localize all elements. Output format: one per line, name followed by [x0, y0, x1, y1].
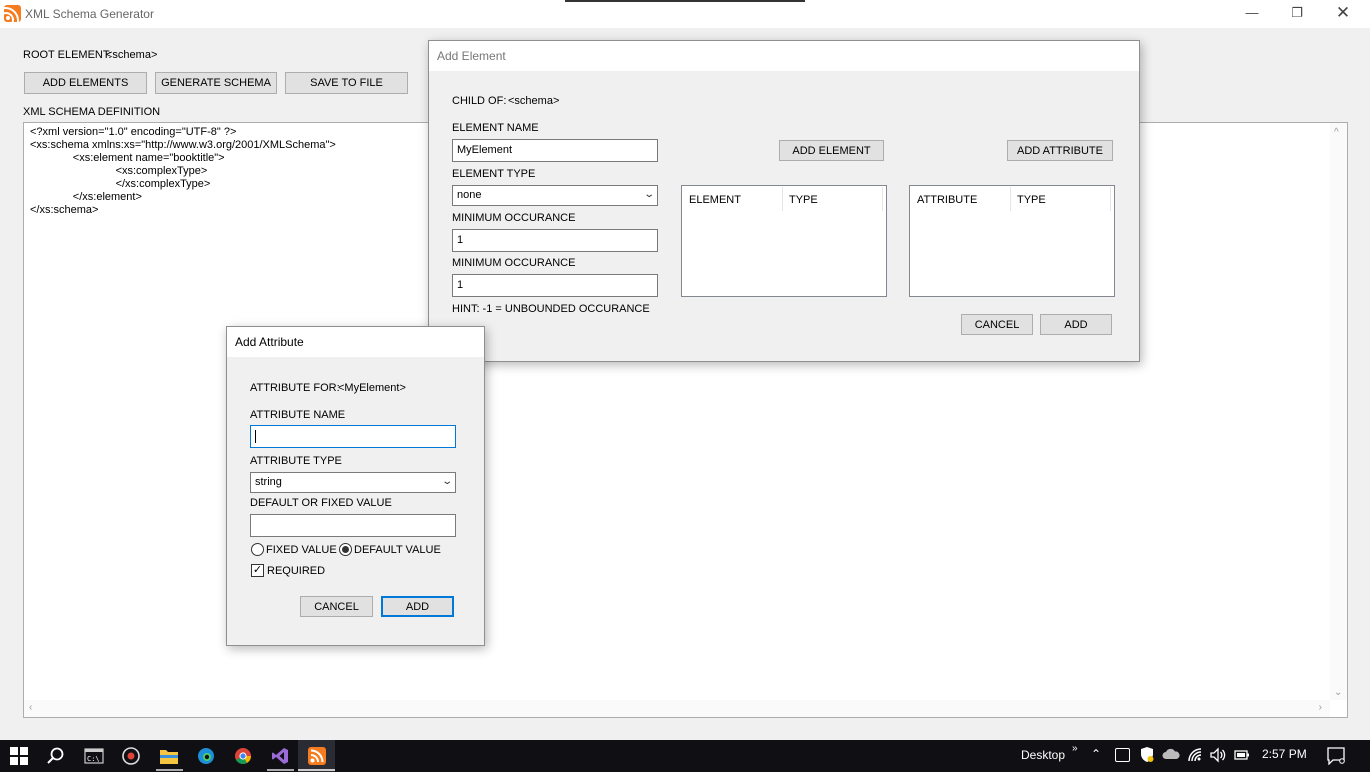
visual-studio-icon[interactable]	[268, 745, 292, 767]
min-occurance-label: MINIMUM OCCURANCE	[452, 212, 576, 224]
default-value-label: DEFAULT VALUE	[354, 544, 441, 556]
attribute-list[interactable]: ATTRIBUTE TYPE	[909, 185, 1115, 297]
add-element-button[interactable]: ADD ELEMENT	[779, 140, 884, 161]
title-bar: XML Schema Generator — ❐ ✕	[0, 0, 1370, 28]
battery-icon[interactable]	[1234, 749, 1250, 764]
chevron-down-icon: ⌄	[440, 476, 453, 487]
add-attribute-dialog: Add Attribute ATTRIBUTE FOR: <MyElement>…	[226, 326, 485, 646]
generate-schema-button[interactable]: GENERATE SCHEMA	[155, 72, 277, 94]
element-name-label: ELEMENT NAME	[452, 122, 539, 134]
default-value-radio[interactable]	[339, 543, 352, 556]
attribute-name-input[interactable]	[250, 425, 456, 448]
attribute-type-label: ATTRIBUTE TYPE	[250, 455, 342, 467]
max-occurance-input[interactable]: 1	[452, 274, 658, 297]
security-center-icon[interactable]	[1115, 748, 1130, 762]
add-button[interactable]: ADD	[1040, 314, 1112, 335]
minimize-button[interactable]: —	[1240, 4, 1264, 22]
add-element-dialog: Add Element CHILD OF: <schema> ELEMENT N…	[428, 40, 1140, 362]
occurance-hint: HINT: -1 = UNBOUNDED OCCURANCE	[452, 303, 650, 315]
type-column-header[interactable]: TYPE	[783, 187, 883, 211]
add-attribute-button[interactable]: ADD ATTRIBUTE	[1007, 140, 1113, 161]
dialog-title-bar: Add Element	[429, 41, 1139, 71]
scroll-left-icon[interactable]: ‹	[29, 702, 32, 713]
element-type-value: none	[457, 189, 482, 201]
attribute-for-label: ATTRIBUTE FOR:	[250, 382, 340, 394]
element-type-select[interactable]: none ⌄	[452, 185, 658, 206]
fixed-value-label: FIXED VALUE	[266, 544, 337, 556]
cancel-button[interactable]: CANCEL	[300, 596, 373, 617]
fixed-value-radio[interactable]	[251, 543, 264, 556]
attribute-type-select[interactable]: string ⌄	[250, 472, 456, 493]
desktop-toolbar-label[interactable]: Desktop	[1021, 748, 1065, 762]
default-fixed-value-label: DEFAULT OR FIXED VALUE	[250, 497, 392, 509]
attribute-type-value: string	[255, 476, 282, 488]
window-title: XML Schema Generator	[25, 7, 154, 21]
element-list[interactable]: ELEMENT TYPE	[681, 185, 887, 297]
show-hidden-icons-icon[interactable]: ⌃	[1091, 747, 1101, 761]
restore-button[interactable]: ❐	[1285, 4, 1309, 22]
dialog-title-bar: Add Attribute	[227, 327, 484, 357]
type-column-header[interactable]: TYPE	[1011, 187, 1111, 211]
attribute-column-header[interactable]: ATTRIBUTE	[911, 187, 1011, 211]
min-occurance-input[interactable]: 1	[452, 229, 658, 252]
scroll-down-icon[interactable]: ⌄	[1334, 687, 1342, 698]
media-player-icon[interactable]	[119, 745, 143, 767]
windows-start-icon[interactable]	[7, 745, 31, 767]
toolbar-expand-icon[interactable]: »	[1072, 743, 1078, 754]
dialog-title: Add Element	[437, 49, 506, 63]
cancel-button[interactable]: CANCEL	[961, 314, 1033, 335]
rss-app-icon[interactable]	[305, 745, 329, 767]
rss-app-icon	[4, 5, 21, 22]
edge-icon[interactable]	[194, 745, 218, 767]
chrome-icon[interactable]	[231, 745, 255, 767]
terminal-icon[interactable]: C:\	[82, 745, 106, 767]
scroll-up-icon[interactable]: ^	[1334, 127, 1339, 138]
child-of-value: <schema>	[508, 95, 560, 107]
add-elements-button[interactable]: ADD ELEMENTS	[24, 72, 147, 94]
root-element-value: <schema>	[106, 49, 158, 61]
chevron-down-icon: ⌄	[642, 189, 655, 200]
attribute-for-value: <MyElement>	[338, 382, 406, 394]
close-button[interactable]: ✕	[1331, 4, 1355, 22]
search-icon[interactable]	[44, 745, 68, 767]
element-type-label: ELEMENT TYPE	[452, 168, 536, 180]
file-explorer-icon[interactable]	[157, 745, 181, 767]
onedrive-cloud-icon[interactable]	[1162, 748, 1180, 763]
element-column-header[interactable]: ELEMENT	[683, 187, 783, 211]
svg-text:C:\: C:\	[87, 755, 100, 763]
save-to-file-button[interactable]: SAVE TO FILE	[285, 72, 408, 94]
title-accent-line	[565, 0, 805, 2]
attribute-name-label: ATTRIBUTE NAME	[250, 409, 346, 421]
rss-app-running-indicator	[298, 769, 335, 771]
clock[interactable]: 2:57 PM	[1262, 747, 1307, 761]
visual-studio-running-indicator	[267, 769, 294, 771]
schema-definition-label: XML SCHEMA DEFINITION	[23, 106, 161, 118]
taskbar: C:\ Desktop » ⌃ 2:57 PM	[0, 740, 1370, 772]
schema-text: <?xml version="1.0" encoding="UTF-8" ?> …	[30, 126, 336, 216]
scroll-right-icon[interactable]: ›	[1319, 702, 1322, 713]
wifi-icon[interactable]	[1187, 747, 1203, 766]
file-explorer-running-indicator	[156, 769, 183, 771]
text-caret	[255, 430, 256, 443]
defender-shield-icon[interactable]	[1140, 746, 1154, 766]
required-checkbox[interactable]: ✓	[251, 564, 264, 577]
horizontal-scrollbar[interactable]: ‹ ›	[24, 700, 1330, 717]
element-name-input[interactable]: MyElement	[452, 139, 658, 162]
radio-selected-dot	[342, 546, 349, 553]
root-element-label: ROOT ELEMENT:	[23, 49, 112, 61]
vertical-scrollbar[interactable]: ^ ⌄	[1330, 123, 1347, 700]
volume-icon[interactable]	[1210, 747, 1226, 766]
default-fixed-value-input[interactable]	[250, 514, 456, 537]
dialog-title: Add Attribute	[235, 335, 304, 349]
add-button[interactable]: ADD	[381, 596, 454, 617]
required-label: REQUIRED	[267, 565, 326, 577]
notification-center-icon[interactable]	[1327, 747, 1345, 768]
max-occurance-label: MINIMUM OCCURANCE	[452, 257, 576, 269]
child-of-label: CHILD OF:	[452, 95, 507, 107]
